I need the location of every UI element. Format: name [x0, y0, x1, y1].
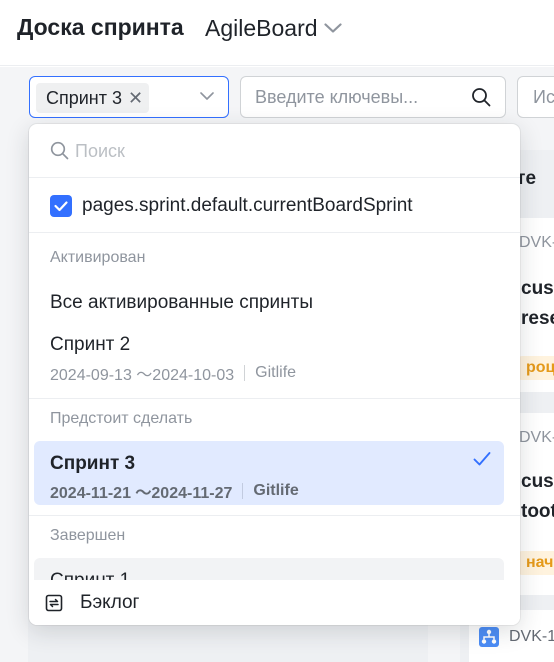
issue-id: DVK-1: [519, 234, 554, 251]
sprint-project: Gitlife: [255, 364, 297, 381]
filter-select[interactable]: Ис: [517, 76, 554, 118]
page-title: Доска спринта: [17, 14, 184, 40]
subtask-icon: [479, 627, 499, 647]
divider: [29, 515, 520, 516]
issue-id: DVK-1: [509, 628, 554, 645]
group-label: Завершен: [50, 527, 126, 544]
sprint-project: Gitlife: [253, 482, 299, 499]
backlog-option[interactable]: Бэклог: [29, 580, 520, 625]
sprint-dates: 2024-09-13 ～2024-10-03: [50, 367, 235, 384]
current-board-sprint-option[interactable]: pages.sprint.default.currentBoardSprint: [29, 184, 520, 228]
keyword-search[interactable]: [240, 76, 506, 118]
sprint-tag-label: Спринт 3: [46, 87, 123, 108]
sprint-dates: 2024-11-21 ～2024-11-27: [50, 485, 233, 502]
search-icon[interactable]: [471, 87, 491, 107]
divider: [29, 232, 520, 233]
search-icon: [50, 141, 69, 160]
sprint-option-3[interactable]: Спринт 3 2024-11-21 ～2024-11-27 Gitlife: [34, 441, 504, 505]
divider: [29, 398, 520, 399]
sprint-option-meta: 2024-11-21 ～2024-11-27 Gitlife: [50, 479, 299, 503]
keyword-search-input[interactable]: [255, 77, 465, 117]
backlog-icon: [45, 594, 63, 612]
issue-id: DVK-1: [519, 429, 554, 446]
board-selector[interactable]: AgileBoard: [205, 15, 342, 42]
issue-title: rese: [521, 308, 554, 329]
close-icon[interactable]: ✕: [128, 89, 143, 107]
sprint-option-meta: 2024-09-13 ～2024-10-03 Gitlife: [50, 361, 296, 385]
group-label: Предстоит сделать: [50, 410, 193, 427]
checkbox[interactable]: [50, 195, 72, 217]
sprint-dropdown: pages.sprint.default.currentBoardSprint …: [29, 124, 520, 625]
sprint-select[interactable]: Спринт 3 ✕: [29, 76, 229, 118]
chevron-down-icon[interactable]: [200, 91, 214, 101]
issue-title: cus: [521, 278, 554, 299]
separator: [242, 483, 244, 499]
sprint-option-2[interactable]: Спринт 2: [50, 334, 130, 356]
status-badge: наче: [518, 551, 554, 575]
status-badge: роце: [518, 356, 554, 380]
dropdown-search[interactable]: [29, 124, 520, 178]
page-header: Доска спринта AgileBoard: [0, 0, 554, 66]
checkmark-icon: [473, 452, 491, 466]
board-name: AgileBoard: [205, 15, 318, 41]
dropdown-search-input[interactable]: [75, 133, 495, 169]
checkbox-label: pages.sprint.default.currentBoardSprint: [82, 195, 413, 216]
separator: [244, 365, 246, 381]
sprint-tag: Спринт 3 ✕: [36, 83, 150, 113]
checkmark-icon: [54, 201, 68, 212]
group-label: Активирован: [50, 249, 146, 266]
backlog-label: Бэклог: [80, 592, 140, 613]
sprint-name: Спринт 3: [50, 453, 136, 474]
issue-title: toot: [521, 501, 554, 522]
issue-title: cus: [521, 471, 554, 492]
filter-placeholder: Ис: [533, 87, 554, 107]
sprint-option-all-active[interactable]: Все активированные спринты: [50, 292, 313, 314]
chevron-down-icon: [323, 22, 342, 33]
